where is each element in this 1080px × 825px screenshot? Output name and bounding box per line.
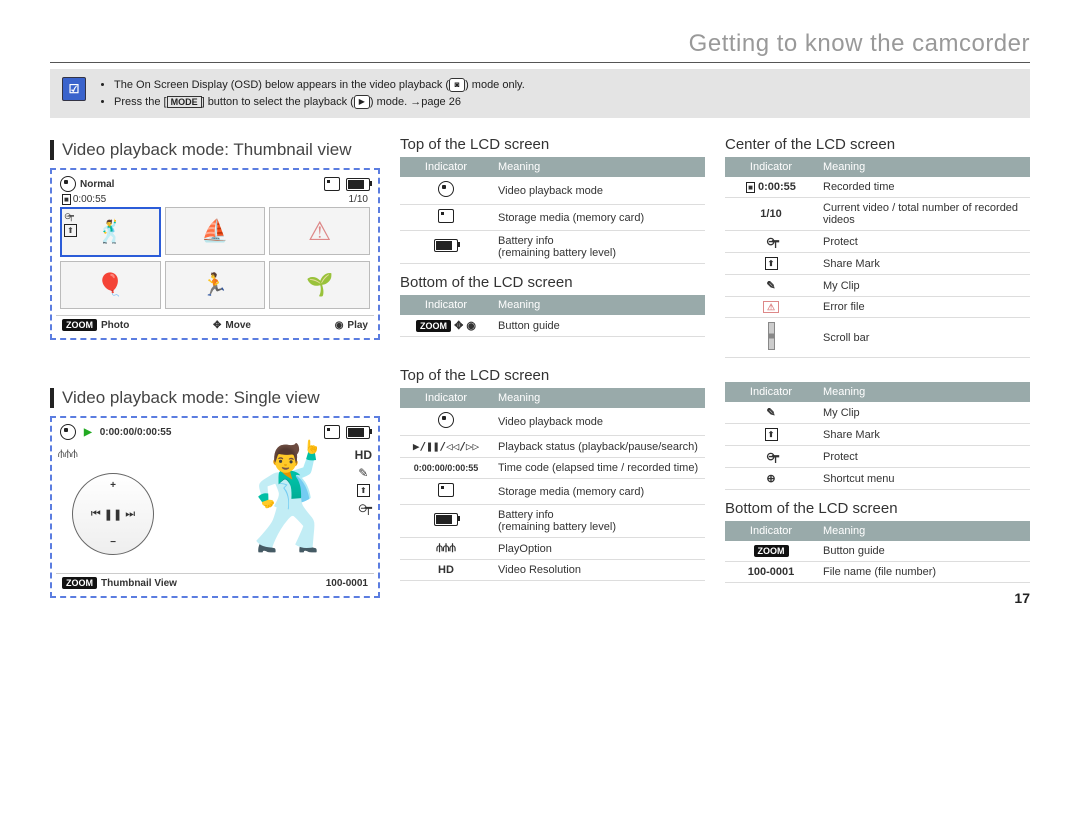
zoom-badge: ZOOM [416,320,451,332]
memory-card-icon [324,177,340,191]
zoom-out-icon[interactable]: − [110,537,116,548]
protect-icon [766,236,776,248]
myclip-icon: ✎ [725,402,817,424]
playoption-icon: ⫛⫛⫛ [400,538,492,560]
table-top-single-right: IndicatorMeaning ✎My Clip ⬆Share Mark Pr… [725,382,1030,490]
page-number: 17 [1014,590,1030,606]
rewind-icon[interactable]: ⏮ [91,508,101,521]
check-icon: ☑ [62,77,86,101]
share-icon: ⬆ [64,224,77,237]
mode-button-label: MODE [167,96,202,108]
thumb-counter: 1/10 [349,194,368,205]
zoom-in-icon[interactable]: + [110,480,116,491]
share-icon: ⬆ [357,484,370,497]
dpad-icon: ✥ [213,320,221,331]
playback-status-icon: ▶/❚❚/◁◁/▷▷ [400,436,492,458]
shortcut-menu-icon: ⊕ [725,468,817,490]
protect-icon [358,501,369,515]
share-icon: ⬆ [765,257,778,270]
playback-mode-icon [438,412,454,428]
arrow-right-icon [410,96,421,108]
playback-mode-icon [60,424,76,440]
subhead-top-lcd-2: Top of the LCD screen [400,367,705,384]
myclip-icon: ✎ [725,275,817,297]
play-icon: ▶ [84,427,92,438]
section-thumbnail-title: Video playback mode: Thumbnail view [50,140,380,160]
table-top-thumb: IndicatorMeaning Video playback mode Sto… [400,157,705,264]
battery-icon [434,513,458,526]
subhead-center-lcd: Center of the LCD screen [725,136,1030,153]
thumbnail[interactable]: ⛵ [165,207,266,255]
guide-photo: Photo [101,320,129,331]
table-bottom-thumb: IndicatorMeaning ZOOM ✥ ◉Button guide [400,295,705,337]
playback-mode-icon: ◙ [449,78,465,92]
table-center-thumb: IndicatorMeaning ■ 0:00:55Recorded time … [725,157,1030,358]
protect-icon [64,211,77,222]
memory-card-icon [438,483,454,497]
myclip-icon: ✎ [358,466,368,480]
file-name: 100-0001 [326,578,368,589]
memory-card-icon [438,209,454,223]
playoption-icon: ⫛⫛⫛ [58,448,78,461]
zoom-badge: ZOOM [754,545,789,557]
scrollbar-icon [768,322,775,350]
playback-mode-icon [438,181,454,197]
memory-card-icon [324,425,340,439]
subhead-top-lcd-1: Top of the LCD screen [400,136,705,153]
note-line-2: Press the [MODE] button to select the pl… [114,94,525,111]
center-dot-icon: ◉ [335,320,344,331]
warning-icon: ⚠ [308,216,331,247]
thumbnail-selected[interactable]: ⬆ 🕺 [60,207,161,257]
note-bar: ☑ The On Screen Display (OSD) below appe… [50,69,1030,118]
page-title: Getting to know the camcorder [50,30,1030,63]
single-time: 0:00:00/0:00:55 [100,427,172,438]
playback-mode-icon [60,176,76,192]
control-wheel[interactable]: + ⏮ ❚❚ ⏭ − [72,473,154,555]
battery-icon [346,426,370,439]
note-line-1: The On Screen Display (OSD) below appear… [114,77,525,94]
video-preview: 🕺 [228,448,348,568]
dpad-icon: ✥ [454,320,463,332]
forward-icon[interactable]: ⏭ [125,508,135,521]
center-dot-icon: ◉ [466,320,476,332]
battery-icon [346,178,370,191]
hd-icon: HD [400,560,492,581]
thumbnail[interactable]: 🎈 [60,261,161,309]
battery-icon [434,239,458,252]
hd-icon: HD [355,448,372,462]
guide-play: Play [347,320,368,331]
zoom-badge: ZOOM [62,577,97,589]
guide-thumbnail-view: Thumbnail View [101,578,177,589]
counter-indicator: 1/10 [725,198,817,231]
share-icon: ⬆ [765,428,778,441]
subhead-bottom-lcd-2: Bottom of the LCD screen [725,500,1030,517]
lcd-single-view: ▶ 0:00:00/0:00:55 ⫛⫛⫛ HD ✎ ⬆ [50,416,380,598]
section-single-title: Video playback mode: Single view [50,388,380,408]
thumbnail-error[interactable]: ⚠ [269,207,370,255]
subhead-bottom-lcd-1: Bottom of the LCD screen [400,274,705,291]
thumbnail[interactable]: 🌱 [269,261,370,309]
zoom-badge: ZOOM [62,319,97,331]
thumb-time: 0:00:55 [73,194,106,205]
file-number-indicator: 100-0001 [725,562,817,583]
protect-icon [766,451,776,463]
lcd-thumbnail-view: Normal ■0:00:55 1/10 ⬆ 🕺 ⛵ [50,168,380,340]
warning-icon: ⚠ [763,301,779,313]
guide-move: Move [225,320,251,331]
normal-label: Normal [80,179,114,190]
rec-badge-icon: ■ [746,182,755,193]
table-bottom-single: IndicatorMeaning ZOOMButton guide 100-00… [725,521,1030,583]
timecode-indicator: 0:00:00/0:00:55 [400,458,492,479]
playback-icon: ▶ [354,95,370,109]
thumbnail[interactable]: 🏃 [165,261,266,309]
play-pause-icon[interactable]: ❚❚ [104,508,122,521]
rec-badge-icon: ■ [62,194,71,205]
table-top-single: IndicatorMeaning Video playback mode ▶/❚… [400,388,705,581]
